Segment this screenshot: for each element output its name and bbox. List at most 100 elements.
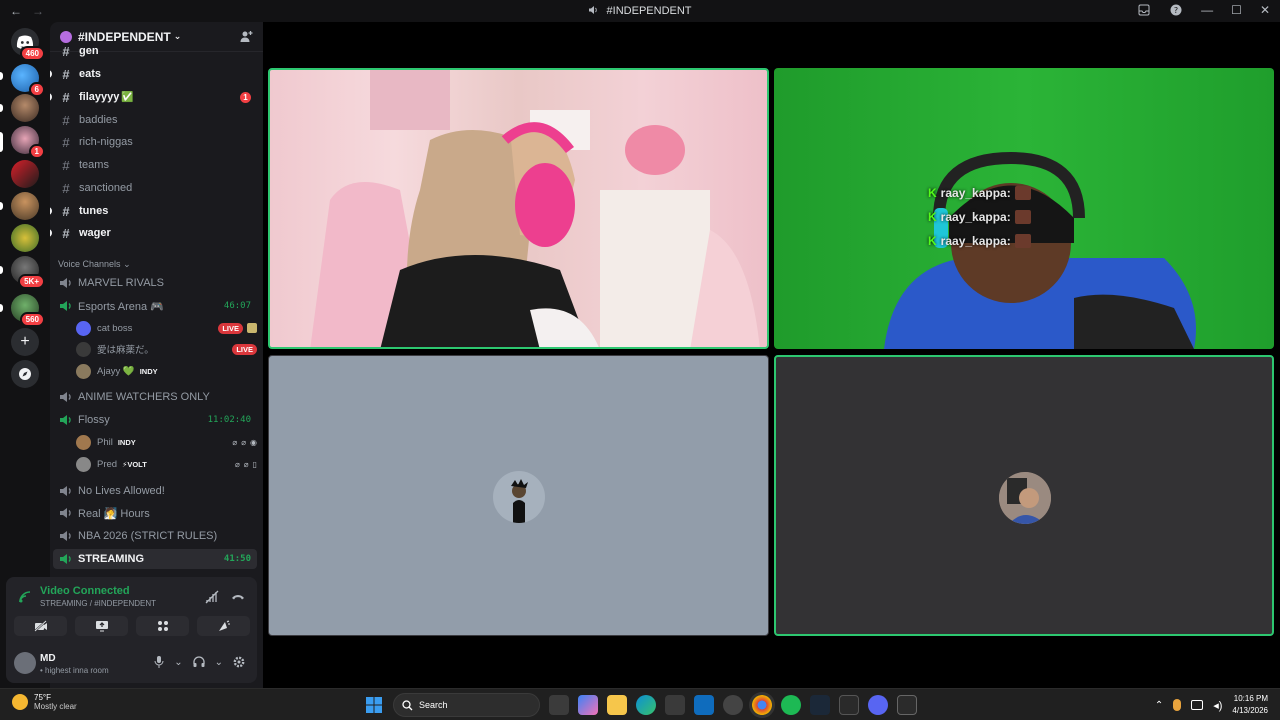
minimize-button[interactable]: —: [1201, 3, 1213, 17]
headphones-icon[interactable]: [192, 656, 205, 668]
voice-user[interactable]: cat boss LIVE: [76, 318, 257, 338]
tray-mic-icon[interactable]: [1173, 699, 1182, 711]
system-clock[interactable]: 10:16 PM 4/13/2026: [1232, 693, 1268, 717]
channel-name: Esports Arena 🎮: [78, 300, 164, 313]
participant-avatar: [999, 472, 1051, 524]
video-tile-stream-2[interactable]: Kraay_kappa: Kraay_kappa: Kraay_kappa:: [774, 68, 1274, 349]
webcam-feed: [310, 70, 760, 347]
disconnect-icon[interactable]: [231, 590, 245, 604]
chevron-down-icon[interactable]: ⌄: [215, 657, 223, 668]
discord-taskbar-icon[interactable]: [868, 695, 888, 715]
spotify-icon[interactable]: [781, 695, 801, 715]
chrome-icon[interactable]: [752, 695, 772, 715]
server-icon[interactable]: [11, 192, 39, 220]
voice-user[interactable]: Phil INDY ⌀ ⌀ ◉: [76, 432, 257, 452]
channel-rich[interactable]: # rich-niggas: [53, 132, 257, 152]
taskbar-search[interactable]: Search: [393, 693, 540, 717]
channel-sanctioned[interactable]: # sanctioned: [53, 178, 257, 198]
xbox-icon[interactable]: [839, 695, 859, 715]
camera-toggle-button[interactable]: [14, 616, 67, 636]
copilot-icon[interactable]: [578, 695, 598, 715]
voice-location[interactable]: STREAMING / #INDEPENDENT: [40, 599, 156, 608]
network-icon[interactable]: [1191, 700, 1204, 710]
file-explorer-icon[interactable]: [607, 695, 627, 715]
store-icon[interactable]: [665, 695, 685, 715]
activities-icon: [157, 621, 168, 631]
voice-channel-flossy[interactable]: Flossy 11:02:40: [53, 410, 257, 430]
server-icon-independent[interactable]: 1: [11, 126, 45, 159]
my-status: • highest inna room: [40, 666, 109, 675]
forward-button[interactable]: →: [32, 4, 44, 18]
add-server-icon[interactable]: +: [11, 328, 39, 356]
voice-channel-marvel[interactable]: MARVEL RIVALS: [53, 273, 257, 293]
compass-icon: [19, 368, 31, 380]
start-button[interactable]: [364, 695, 384, 715]
avatar: [76, 320, 91, 336]
chat-username: raay_kappa:: [940, 234, 1011, 248]
voice-user[interactable]: Ajayy 💚 INDY: [76, 361, 257, 381]
activities-button[interactable]: [136, 616, 189, 636]
channel-tunes[interactable]: # tunes: [50, 201, 257, 221]
channel-name: baddies: [79, 114, 118, 126]
soundboard-button[interactable]: [197, 616, 250, 636]
voice-channel-esports[interactable]: Esports Arena 🎮 46:07: [53, 296, 257, 316]
channel-wager[interactable]: # wager: [50, 223, 257, 243]
chat-username: raay_kappa:: [940, 210, 1011, 224]
server-icon[interactable]: 5K+: [11, 256, 45, 289]
server-icon[interactable]: [11, 94, 39, 122]
discover-button[interactable]: [11, 360, 39, 388]
voice-channel-nolives[interactable]: No Lives Allowed!: [53, 481, 257, 501]
user-status-icons: ⌀ ⌀ ▯: [235, 460, 257, 469]
server-icon[interactable]: 560: [11, 294, 45, 327]
channel-baddies[interactable]: # baddies: [53, 110, 257, 130]
volume-icon[interactable]: ◂): [1213, 699, 1222, 712]
voice-category[interactable]: Voice Channels ⌄: [58, 259, 131, 270]
tray-overflow-icon[interactable]: ⌃: [1155, 700, 1163, 711]
maximize-button[interactable]: ☐: [1231, 3, 1242, 17]
channel-teams[interactable]: # teams: [53, 155, 257, 175]
channel-eats[interactable]: # eats: [50, 64, 257, 84]
close-button[interactable]: ✕: [1260, 3, 1270, 17]
epic-games-icon[interactable]: [897, 695, 917, 715]
task-view-icon[interactable]: [549, 695, 569, 715]
channel-filayyyy[interactable]: # filayyyy ✅ 1: [50, 87, 257, 107]
voice-channel-realhours[interactable]: Real 🧖 Hours: [53, 503, 257, 523]
video-tile-stream-1[interactable]: [268, 68, 769, 349]
participant-tile-1[interactable]: [268, 355, 769, 636]
edge-icon[interactable]: [636, 695, 656, 715]
help-icon[interactable]: ?: [1169, 3, 1183, 17]
voice-user[interactable]: Pred ⚡VOLT ⌀ ⌀ ▯: [76, 454, 257, 474]
app-icon[interactable]: [723, 695, 743, 715]
outlook-icon[interactable]: [694, 695, 714, 715]
invite-people-icon[interactable]: [239, 30, 253, 44]
windows-taskbar: 75°F Mostly clear Search ⌃ ◂) 10:16 PM 4…: [0, 688, 1280, 720]
noise-suppression-icon[interactable]: [205, 590, 219, 604]
voice-user[interactable]: 愛は麻薬だ。 LIVE: [76, 339, 257, 359]
unread-pill: [0, 304, 3, 312]
voice-channel-anime[interactable]: ANIME WATCHERS ONLY: [53, 387, 257, 407]
mic-muted-icon: ⌀: [232, 437, 238, 447]
server-icon[interactable]: [11, 160, 39, 188]
webcam-feed: [884, 151, 1196, 349]
server-icon[interactable]: [11, 224, 39, 252]
voice-channel-streaming[interactable]: STREAMING 41:50: [53, 549, 257, 569]
signal-icon[interactable]: [18, 590, 32, 604]
voice-channel-nba[interactable]: NBA 2026 (STRICT RULES): [53, 526, 257, 546]
microphone-icon[interactable]: [154, 656, 164, 668]
chevron-down-icon[interactable]: ⌄: [174, 657, 182, 668]
hash-icon: #: [62, 134, 70, 150]
share-screen-button[interactable]: [75, 616, 128, 636]
steam-icon[interactable]: [810, 695, 830, 715]
user-panel[interactable]: MD • highest inna room ⌄ ⌄: [14, 650, 249, 678]
settings-gear-icon[interactable]: [233, 656, 245, 668]
user-name: 愛は麻薬だ。: [97, 345, 154, 356]
server-icon[interactable]: 6: [11, 64, 45, 97]
back-button[interactable]: ←: [10, 4, 22, 18]
inbox-icon[interactable]: [1137, 3, 1151, 17]
channel-gen[interactable]: # gen: [53, 44, 257, 58]
weather-widget[interactable]: 75°F Mostly clear: [12, 693, 77, 711]
server-badge: 5K+: [18, 274, 45, 289]
server-tag: INDY: [117, 437, 136, 447]
direct-messages-button[interactable]: 460: [11, 28, 45, 61]
participant-tile-2[interactable]: [774, 355, 1274, 636]
